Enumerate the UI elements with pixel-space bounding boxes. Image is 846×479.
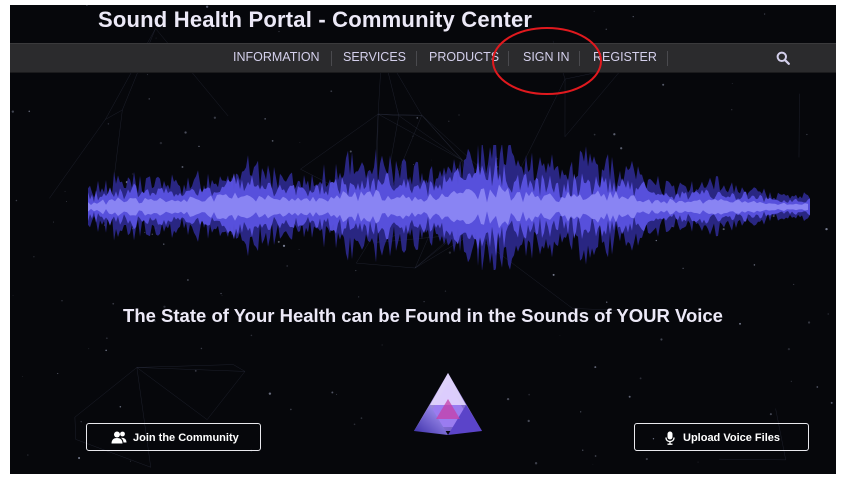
main-navbar: INFORMATION SERVICES PRODUCTS SIGN IN RE… [10,43,836,73]
upload-voice-files-button[interactable]: Upload Voice Files [634,423,809,451]
voice-waveform-graphic [88,145,810,270]
nav-item-products[interactable]: PRODUCTS [429,44,499,72]
nav-divider [667,51,668,66]
nav-divider [331,51,332,66]
nav-item-information[interactable]: INFORMATION [233,44,320,72]
page-frame: Sound Health Portal - Community Center I… [10,5,836,474]
join-community-label: Join the Community [133,432,239,444]
search-icon[interactable] [776,51,790,65]
hero-tagline: The State of Your Health can be Found in… [123,305,723,326]
triangle-logo-icon [414,373,482,435]
nav-item-services[interactable]: SERVICES [343,44,406,72]
nav-divider [416,51,417,66]
site-title: Sound Health Portal - Community Center [98,7,533,32]
join-community-button[interactable]: Join the Community [86,423,261,451]
upload-voice-files-label: Upload Voice Files [683,432,780,444]
sign-in-highlight-annotation [492,27,602,95]
users-icon [111,431,127,444]
microphone-icon [665,431,675,445]
